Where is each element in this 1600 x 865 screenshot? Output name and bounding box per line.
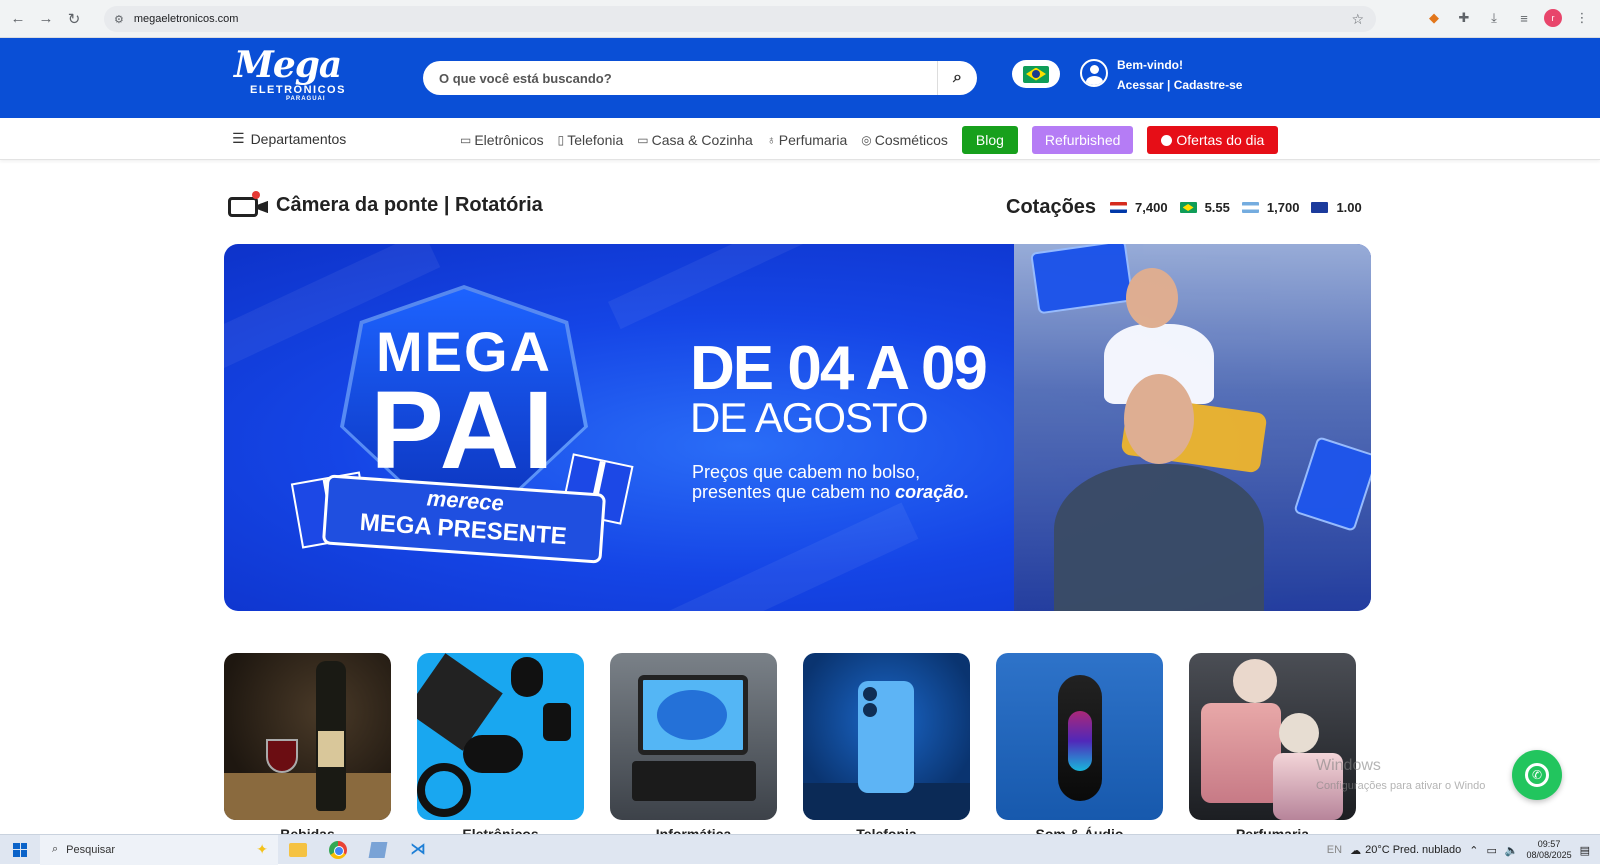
tray-chevron-icon[interactable]: ⌃ (1469, 844, 1478, 857)
download-icon[interactable]: ⤓ (1484, 6, 1504, 30)
clock[interactable]: 09:57 08/08/2025 (1527, 839, 1572, 861)
user-account-icon[interactable] (1080, 59, 1108, 87)
notes-app-icon[interactable] (358, 835, 398, 865)
ofertas-do-dia-button[interactable]: Ofertas do dia (1147, 126, 1279, 154)
site-logo[interactable]: Mega ELETRÔNICOS PARAGUAI (234, 46, 374, 108)
extensions-icon[interactable]: ✚ (1454, 6, 1474, 30)
search-input[interactable]: O que você está buscando? ⌕ (423, 61, 977, 95)
file-explorer-icon[interactable] (278, 835, 318, 865)
site-settings-icon[interactable]: ⚙ (114, 13, 124, 26)
cloud-icon: ☁ (1350, 844, 1362, 857)
video-camera-icon (226, 188, 270, 222)
rate-ars: 1,700 (1266, 200, 1300, 215)
exchange-rates: Cotações 7,400 5.55 1,700 1.00 (1006, 196, 1366, 219)
category-card-eletronicos[interactable]: Eletrônicos (417, 653, 584, 842)
vscode-icon[interactable]: ⋊ (398, 835, 438, 865)
whatsapp-chat-button[interactable]: ✆ (1512, 750, 1562, 800)
site-header: Mega ELETRÔNICOS PARAGUAI O que você est… (0, 38, 1600, 118)
nav-casa-cozinha[interactable]: ▭ Casa & Cozinha (637, 127, 753, 153)
cosmetics-icon: ◎ (861, 133, 872, 147)
windows-taskbar: ⌕ Pesquisar ✦ ⋊ EN ☁ 20°C Pred. nublado … (0, 834, 1600, 865)
tv-icon: ▭ (460, 133, 472, 147)
category-navbar: ☰ Departamentos ▭ Eletrônicos ▯ Telefonia … (0, 118, 1600, 160)
nav-cosmeticos[interactable]: ◎ Cosméticos (861, 127, 948, 153)
mega-pai-badge: MEGA PAI merece MEGA PRESENTE (290, 285, 634, 569)
category-grid: Bebidas Eletrônicos Informática Telefoni… (224, 653, 1356, 842)
eletronicos-image (417, 653, 584, 820)
search-icon: ⌕ (52, 843, 59, 855)
father-child-photo (1014, 244, 1371, 611)
windows-start-icon[interactable] (0, 835, 40, 865)
rate-brl: 5.55 (1204, 200, 1230, 215)
rate-pyg: 7,400 (1135, 200, 1168, 215)
bebidas-image (224, 653, 391, 820)
nav-perfumaria[interactable]: ♁ Perfumaria (767, 127, 847, 153)
perfume-icon: ♁ (766, 133, 776, 147)
welcome-text: Bem-vindo! (1117, 58, 1183, 72)
blog-button[interactable]: Blog (961, 126, 1018, 154)
informatica-image (610, 653, 777, 820)
bookmark-star-icon[interactable]: ☆ (1351, 11, 1364, 28)
cotacoes-label: Cotações (1006, 196, 1097, 218)
category-card-som-audio[interactable]: Som & Áudio (996, 653, 1163, 842)
phone-icon: ▯ (557, 133, 565, 147)
copilot-sparkle-icon: ✦ (256, 841, 268, 857)
url-text: megaeletronicos.com (133, 13, 239, 25)
banner-month: DE AGOSTO (690, 394, 929, 441)
departments-label: Departamentos (250, 130, 347, 147)
account-links[interactable]: Bem-vindo! Acessar | Cadastre-se (1117, 55, 1242, 95)
notifications-icon[interactable]: ▤ (1580, 844, 1590, 857)
europe-flag-icon (1311, 202, 1329, 213)
forward-icon[interactable]: → (32, 5, 60, 33)
language-indicator[interactable]: EN (1327, 844, 1342, 856)
banner-date: DE 04 A 09 (690, 334, 988, 403)
category-card-informatica[interactable]: Informática (610, 653, 777, 842)
deal-icon (1161, 134, 1173, 146)
media-queue-icon[interactable]: ≡ (1514, 6, 1534, 30)
weather-widget[interactable]: ☁ 20°C Pred. nublado (1350, 844, 1461, 857)
chrome-icon[interactable] (318, 835, 358, 865)
category-card-telefonia[interactable]: Telefonia (803, 653, 970, 842)
nav-telefonia[interactable]: ▯ Telefonia (558, 127, 624, 153)
back-icon[interactable]: ← (4, 5, 32, 33)
category-card-bebidas[interactable]: Bebidas (224, 653, 391, 842)
taskbar-search[interactable]: ⌕ Pesquisar ✦ (40, 834, 278, 865)
camera-title: Câmera da ponte | Rotatória (276, 193, 543, 216)
banner-tagline: Preços que cabem no bolso, presentes que… (692, 462, 970, 502)
reload-icon[interactable]: ↻ (60, 5, 88, 33)
bridge-camera-link[interactable]: Câmera da ponte | Rotatória (226, 188, 543, 222)
argentina-flag-icon (1241, 202, 1259, 213)
appliance-icon: ▭ (637, 133, 649, 147)
login-register-link[interactable]: Acessar | Cadastre-se (1117, 75, 1242, 95)
promo-banner[interactable]: MEGA PAI merece MEGA PRESENTE DE 04 A 09… (224, 244, 1371, 611)
chrome-menu-icon[interactable]: ⋮ (1572, 6, 1592, 30)
metamask-extension-icon[interactable]: ◆ (1424, 6, 1444, 30)
windows-activation-watermark: Windows Configurações para ativar o Wind… (1316, 757, 1486, 792)
menu-icon: ☰ (232, 130, 245, 146)
system-tray: EN ☁ 20°C Pred. nublado ⌃ ▭ 🔈 09:57 08/0… (1327, 835, 1600, 865)
language-flag-button[interactable] (1012, 60, 1060, 88)
browser-toolbar: ← → ↻ ⚙ megaeletronicos.com ☆ ◆ ✚ ⤓ ≡ r … (0, 0, 1600, 38)
rate-eur: 1.00 (1336, 200, 1362, 215)
network-icon[interactable]: ▭ (1486, 844, 1496, 857)
refurbished-button[interactable]: Refurbished (1031, 126, 1134, 154)
volume-icon[interactable]: 🔈 (1505, 844, 1519, 857)
paraguay-flag-icon (1110, 202, 1128, 213)
search-placeholder: O que você está buscando? (439, 70, 612, 86)
nav-eletronicos[interactable]: ▭ Eletrônicos (460, 127, 544, 153)
brazil-flag-icon (1023, 65, 1049, 83)
departments-menu[interactable]: ☰ Departamentos (232, 130, 346, 147)
category-card-perfumaria[interactable]: Perfumaria (1189, 653, 1356, 842)
brazil-flag-icon (1179, 202, 1197, 213)
search-icon[interactable]: ⌕ (937, 61, 977, 95)
whatsapp-icon: ✆ (1525, 763, 1549, 787)
address-bar[interactable]: ⚙ megaeletronicos.com ☆ (104, 6, 1376, 32)
telefonia-image (803, 653, 970, 820)
profile-avatar[interactable]: r (1544, 9, 1562, 27)
som-audio-image (996, 653, 1163, 820)
